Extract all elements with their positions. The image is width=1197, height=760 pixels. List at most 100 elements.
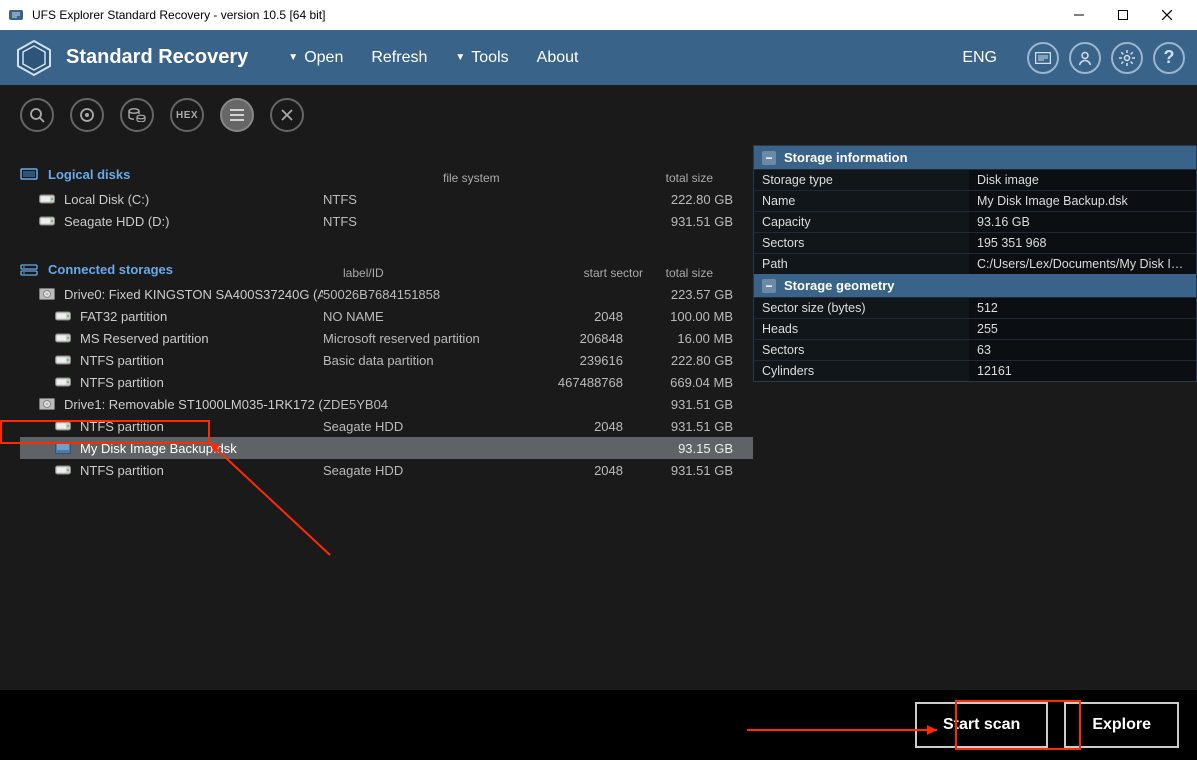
collapse-icon: − [762, 279, 776, 293]
info-key: Cylinders [754, 361, 969, 381]
partition-row[interactable]: NTFS partitionSeagate HDD2048931.51 GB [20, 415, 753, 437]
info-key: Capacity [754, 212, 969, 232]
info-panel-container: − Storage information Storage typeDisk i… [753, 145, 1197, 690]
drive-icon [38, 397, 56, 411]
info-panel: − Storage information Storage typeDisk i… [753, 145, 1197, 382]
language-selector[interactable]: ENG [962, 49, 997, 67]
menu-open-label: Open [304, 49, 343, 67]
row-start: 2048 [503, 309, 623, 324]
window-minimize-button[interactable] [1057, 0, 1101, 30]
part-icon [54, 463, 72, 477]
info-value: My Disk Image Backup.dsk [969, 191, 1196, 211]
toolbar-scan-icon[interactable] [20, 98, 54, 132]
partition-row[interactable]: NTFS partitionBasic data partition239616… [20, 349, 753, 371]
partition-row[interactable]: NTFS partitionSeagate HDD2048931.51 GB [20, 459, 753, 481]
annotation-arrow-footer [747, 720, 947, 740]
section-connected-title: Connected storages [48, 262, 173, 277]
header-settings-icon[interactable] [1111, 42, 1143, 74]
info-key: Storage type [754, 170, 969, 190]
menu-about[interactable]: About [537, 49, 579, 67]
info-key: Name [754, 191, 969, 211]
info-key: Sectors [754, 340, 969, 360]
logical-disk-name: Seagate HDD (D:) [64, 214, 169, 229]
partition-row[interactable]: MS Reserved partition Microsoft reserved … [20, 327, 753, 349]
row-name: NTFS partition [80, 375, 164, 390]
info-row: PathC:/Users/Lex/Documents/My Disk Image… [754, 253, 1196, 274]
info-row: Capacity93.16 GB [754, 211, 1196, 232]
disk-icon [38, 192, 56, 206]
drive-row[interactable]: Drive0: Fixed KINGSTON SA400S37240G (ATA… [20, 283, 753, 305]
partition-row[interactable]: FAT32 partitionNO NAME2048100.00 MB [20, 305, 753, 327]
info-key: Sector size (bytes) [754, 298, 969, 318]
menu-tools[interactable]: ▼Tools [455, 49, 508, 67]
info-row: Cylinders12161 [754, 360, 1196, 381]
row-size: 16.00 MB [623, 331, 733, 346]
window-close-button[interactable] [1145, 0, 1189, 30]
row-name: NTFS partition [80, 463, 164, 478]
col-startsector: start sector [523, 266, 643, 280]
row-name: Drive0: Fixed KINGSTON SA400S37240G (ATA… [64, 287, 323, 302]
caret-down-icon: ▼ [288, 52, 298, 63]
info-storage-header[interactable]: − Storage information [754, 146, 1196, 169]
window-title: UFS Explorer Standard Recovery - version… [32, 8, 1057, 22]
row-size: 222.80 GB [623, 353, 733, 368]
row-name: MS Reserved partition [80, 331, 209, 346]
logical-disk-row[interactable]: Local Disk (C:)NTFS222.80 GB [20, 188, 753, 210]
row-name: FAT32 partition [80, 309, 167, 324]
info-value: 195 351 968 [969, 233, 1196, 253]
section-logical-title: Logical disks [48, 167, 130, 182]
header-help-icon[interactable]: ? [1153, 42, 1185, 74]
row-start: 206848 [503, 331, 623, 346]
toolbar-close-button[interactable] [270, 98, 304, 132]
part-icon [54, 419, 72, 433]
menu-refresh[interactable]: Refresh [371, 49, 427, 67]
menu-refresh-label: Refresh [371, 49, 427, 67]
part-icon [54, 331, 72, 345]
menu-open[interactable]: ▼ Open [288, 49, 343, 67]
info-geometry-title: Storage geometry [784, 278, 895, 293]
logical-disk-size: 222.80 GB [623, 192, 733, 207]
toolbar-list-view-button[interactable] [220, 98, 254, 132]
section-logical-disks: Logical disks [20, 161, 443, 188]
row-size: 931.51 GB [623, 463, 733, 478]
partition-row[interactable]: NTFS partition467488768669.04 MB [20, 371, 753, 393]
info-row: NameMy Disk Image Backup.dsk [754, 190, 1196, 211]
row-name: NTFS partition [80, 353, 164, 368]
header-user-icon[interactable] [1069, 42, 1101, 74]
col-label: label/ID [343, 266, 523, 280]
header-license-icon[interactable] [1027, 42, 1059, 74]
row-label: 50026B7684151858 [323, 287, 503, 302]
row-size: 100.00 MB [623, 309, 733, 324]
part-icon [54, 353, 72, 367]
logical-disk-fs: NTFS [323, 192, 503, 207]
info-row: Sectors63 [754, 339, 1196, 360]
logical-disk-size: 931.51 GB [623, 214, 733, 229]
row-size: 931.51 GB [623, 397, 733, 412]
logical-disk-row[interactable]: Seagate HDD (D:)NTFS931.51 GB [20, 210, 753, 232]
row-start: 467488768 [503, 375, 623, 390]
info-geometry-header[interactable]: − Storage geometry [754, 274, 1196, 297]
disk-image-row[interactable]: My Disk Image Backup.dsk93.15 GB [20, 437, 753, 459]
image-icon [54, 441, 72, 455]
toolbar-image-icon[interactable] [120, 98, 154, 132]
drive-row[interactable]: Drive1: Removable ST1000LM035-1RK172 (US… [20, 393, 753, 415]
app-name: Standard Recovery [66, 46, 248, 69]
info-key: Path [754, 254, 969, 274]
window-maximize-button[interactable] [1101, 0, 1145, 30]
drive-icon [38, 287, 56, 301]
monitor-icon [20, 168, 38, 182]
collapse-icon: − [762, 151, 776, 165]
part-icon [54, 309, 72, 323]
row-name: My Disk Image Backup.dsk [80, 441, 237, 456]
info-storage-title: Storage information [784, 150, 908, 165]
row-label: Microsoft reserved partition [323, 331, 503, 346]
toolbar-raid-icon[interactable] [70, 98, 104, 132]
info-value: 63 [969, 340, 1196, 360]
row-label: Basic data partition [323, 353, 503, 368]
info-value: 93.16 GB [969, 212, 1196, 232]
explore-button[interactable]: Explore [1064, 702, 1179, 748]
window-titlebar: UFS Explorer Standard Recovery - version… [0, 0, 1197, 30]
info-value: 255 [969, 319, 1196, 339]
info-key: Sectors [754, 233, 969, 253]
toolbar-hex-button[interactable]: HEX [170, 98, 204, 132]
